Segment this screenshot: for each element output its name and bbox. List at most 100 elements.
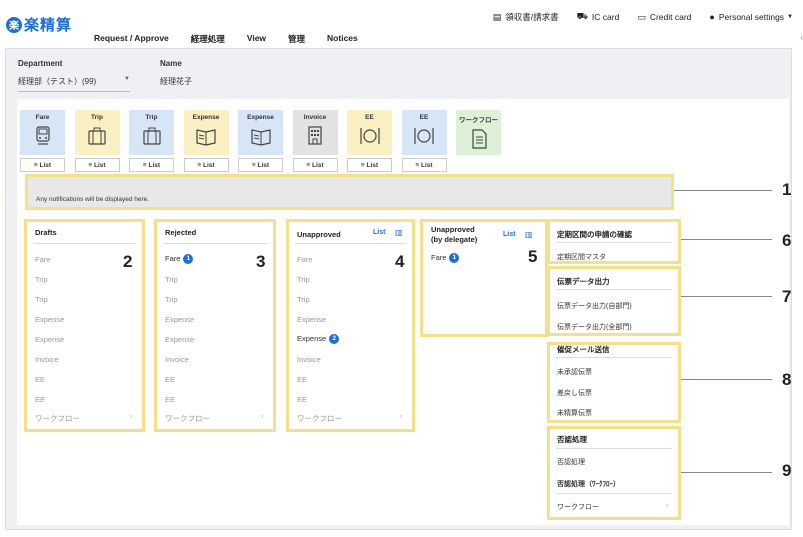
unapproved-row[interactable]: Trip	[297, 275, 310, 284]
chevron-right-icon: ›	[261, 414, 263, 420]
callout-line-7	[681, 296, 772, 297]
unapproved-row[interactable]: Trip	[297, 295, 310, 304]
new-trip-2-button[interactable]: Trip	[129, 110, 174, 155]
fare-list-button[interactable]: ≡ List	[20, 158, 65, 172]
department-select[interactable]: 経理部（テスト）(99) ▼	[18, 76, 130, 92]
tile-ee-2: EE ≡ List	[401, 110, 447, 172]
drafts-row[interactable]: Fare	[35, 255, 50, 264]
rejected-row[interactable]: Invoice	[165, 355, 189, 364]
calendar-icon[interactable]: ▥	[525, 230, 533, 239]
drafts-row[interactable]: ワークフロー	[35, 413, 80, 424]
rejected-row[interactable]: Expense	[165, 335, 194, 344]
teiki-master-link[interactable]: 定期区間マスタ	[557, 252, 606, 262]
expense-2-list-button[interactable]: ≡ List	[238, 158, 283, 172]
denpyo-own-dept-link[interactable]: 伝票データ出力(自部門)	[557, 301, 632, 311]
unapproved-row[interactable]: EE	[297, 375, 307, 384]
tile-label: Fare	[35, 114, 50, 121]
list-label: List	[203, 161, 215, 169]
unapproved-row-expense[interactable]: Expense 2	[297, 334, 340, 345]
tile-label: Expense	[247, 114, 274, 121]
panel-title-line-1: Unapproved	[431, 225, 475, 234]
drafts-row[interactable]: Invoice	[35, 355, 59, 364]
calendar-icon[interactable]: ▥	[395, 228, 403, 237]
count-badge: 1	[449, 253, 460, 264]
rejected-row[interactable]: ワークフロー	[165, 413, 210, 424]
department-label: Department	[18, 59, 63, 68]
new-expense-button[interactable]: Expense	[183, 110, 229, 155]
row-label: Expense	[297, 334, 327, 343]
trip-2-list-button[interactable]: ≡ List	[129, 158, 174, 172]
drafts-row[interactable]: EE	[35, 395, 45, 404]
rejected-row[interactable]: Expense	[165, 315, 194, 324]
ic-card-link[interactable]: ⛟ IC card	[577, 11, 620, 23]
app-logo[interactable]: 楽 楽精算	[6, 14, 72, 35]
callout-number-2: 2	[123, 252, 133, 271]
notification-bar: Any notifications will be displayed here…	[25, 174, 674, 210]
trip-list-button[interactable]: ≡ List	[74, 158, 120, 172]
rejected-row-fare[interactable]: Fare 1	[165, 254, 194, 265]
hinin-workflow-item[interactable]: ワークフロー	[557, 502, 599, 512]
delegate-row-fare[interactable]: Fare 1	[431, 253, 460, 264]
unapproved-list-link[interactable]: List	[373, 229, 385, 236]
person-icon: ●	[709, 12, 715, 22]
rejected-row[interactable]: Trip	[165, 295, 178, 304]
rejected-row[interactable]: Trip	[165, 275, 178, 284]
ee-2-list-button[interactable]: ≡ List	[401, 158, 447, 172]
name-value: 経理花子	[160, 77, 192, 86]
rejected-row[interactable]: EE	[165, 395, 175, 404]
denpyo-all-dept-link[interactable]: 伝票データ出力(全部門)	[557, 322, 632, 332]
receipt-link[interactable]: ▤ 領収書/請求書	[493, 11, 559, 23]
new-expense-2-button[interactable]: Expense	[238, 110, 283, 155]
row-label: Fare	[431, 253, 447, 262]
ee-list-button[interactable]: ≡ List	[347, 158, 392, 172]
drafts-row[interactable]: Expense	[35, 315, 64, 324]
credit-card-icon: ▭	[637, 11, 646, 22]
callout-line-6	[681, 239, 772, 240]
denpyo-title: 伝票データ出力	[557, 277, 610, 286]
credit-card-label: Credit card	[649, 12, 692, 22]
receipt-label: 領収書/請求書	[505, 12, 559, 22]
unapproved-row[interactable]: EE	[297, 395, 307, 404]
drafts-row[interactable]: EE	[35, 375, 45, 384]
mail-unapproved-link[interactable]: 未承認伝票	[557, 367, 592, 377]
new-fare-button[interactable]: Fare	[20, 110, 65, 155]
teiki-title: 定期区間の申請の確認	[557, 230, 632, 239]
new-trip-button[interactable]: Trip	[74, 110, 120, 155]
list-label: List	[94, 161, 106, 169]
divider	[556, 448, 672, 449]
unapproved-row[interactable]: Invoice	[297, 355, 321, 364]
mail-rejected-link[interactable]: 差戻し伝票	[557, 388, 592, 398]
building-icon	[308, 126, 322, 145]
hinin-link[interactable]: 否認処理	[557, 457, 585, 467]
unapproved-row[interactable]: ワークフロー	[297, 413, 342, 424]
rejection-panel: 否認処理 否認処理 否認処理（ﾜｰｸﾌﾛｰ） ワークフロー ›	[547, 426, 681, 520]
drafts-row[interactable]: Trip	[35, 295, 48, 304]
expense-list-button[interactable]: ≡ List	[183, 158, 229, 172]
unapproved-row[interactable]: Expense	[297, 315, 326, 324]
drafts-row[interactable]: Expense	[35, 335, 64, 344]
drafts-row[interactable]: Trip	[35, 275, 48, 284]
rejected-row[interactable]: EE	[165, 375, 175, 384]
new-workflow-button[interactable]: ワークフロー	[456, 110, 501, 155]
credit-card-link[interactable]: ▭ Credit card	[637, 12, 691, 23]
chevron-right-icon: ›	[400, 414, 402, 420]
divider	[33, 243, 136, 244]
book-icon	[250, 129, 271, 146]
tile-label: ワークフロー	[459, 117, 498, 124]
invoice-list-button[interactable]: ≡ List	[292, 158, 338, 172]
panel-title: Unapproved	[297, 230, 341, 239]
panel-title: Drafts	[35, 228, 57, 237]
list-label: List	[257, 161, 270, 169]
unapproved-panel: Unapproved List ▥ 4 Fare Trip Trip Expen…	[286, 219, 415, 432]
dining-icon	[359, 128, 380, 144]
new-ee-2-button[interactable]: EE	[401, 110, 447, 155]
new-invoice-button[interactable]: Invoice	[292, 110, 338, 155]
personal-settings-menu[interactable]: ● Personal settings ▼	[709, 12, 793, 22]
hinin-workflow-link[interactable]: 否認処理（ﾜｰｸﾌﾛｰ）	[557, 479, 620, 489]
mail-unsettled-link[interactable]: 未精算伝票	[557, 408, 592, 418]
teiki-panel: 定期区間の申請の確認 定期区間マスタ	[547, 219, 681, 264]
unapproved-row[interactable]: Fare	[297, 255, 312, 264]
tile-trip-2: Trip ≡ List	[129, 110, 174, 172]
new-ee-button[interactable]: EE	[347, 110, 392, 155]
delegate-list-link[interactable]: List	[503, 231, 515, 238]
